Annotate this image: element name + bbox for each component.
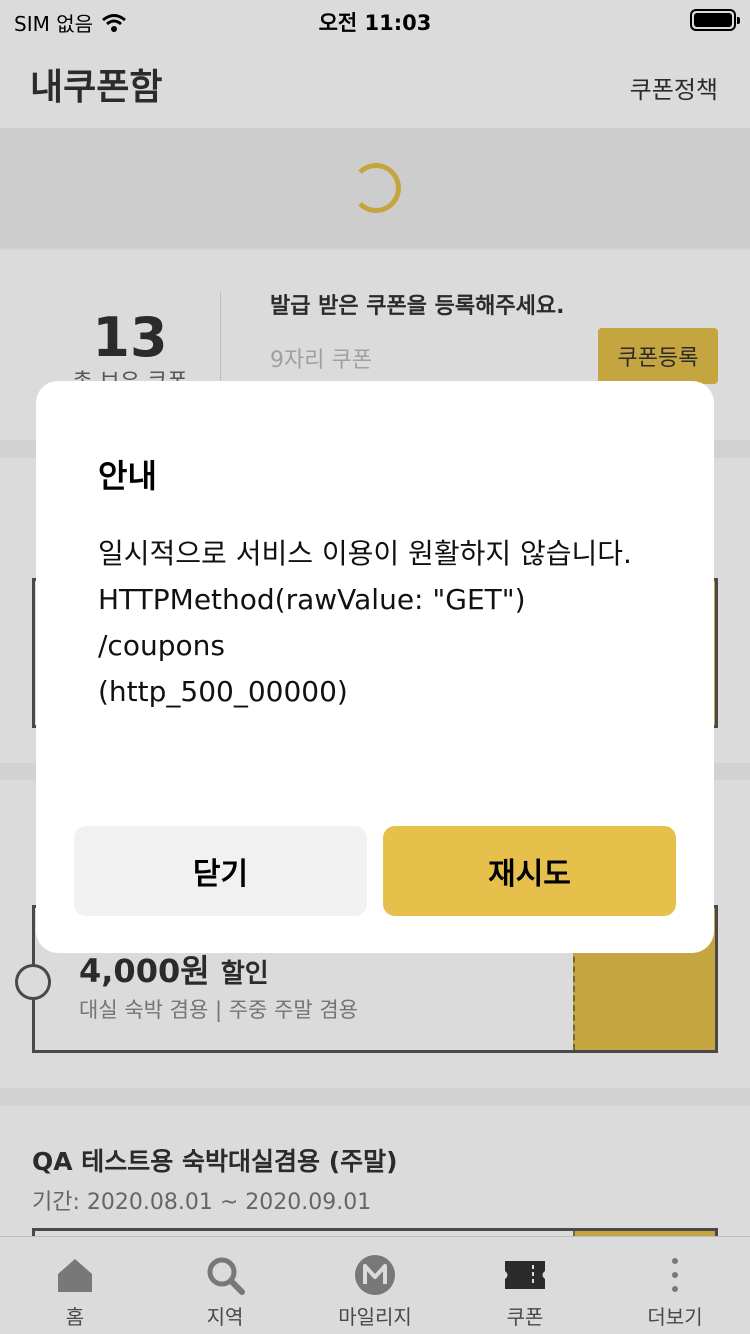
dialog-message-line: HTTPMethod(rawValue: "GET") xyxy=(98,583,526,616)
retry-button[interactable]: 재시도 xyxy=(383,826,676,916)
close-button[interactable]: 닫기 xyxy=(74,826,367,916)
dialog-message-line: /coupons xyxy=(98,629,225,662)
dialog-message-line: 일시적으로 서비스 이용이 원활하지 않습니다. xyxy=(98,537,632,570)
dialog-title: 안내 xyxy=(98,457,157,495)
alert-dialog: 안내 일시적으로 서비스 이용이 원활하지 않습니다. HTTPMethod(r… xyxy=(36,381,714,953)
dialog-message-line: (http_500_00000) xyxy=(98,675,348,708)
dialog-message: 일시적으로 서비스 이용이 원활하지 않습니다. HTTPMethod(rawV… xyxy=(98,531,658,715)
